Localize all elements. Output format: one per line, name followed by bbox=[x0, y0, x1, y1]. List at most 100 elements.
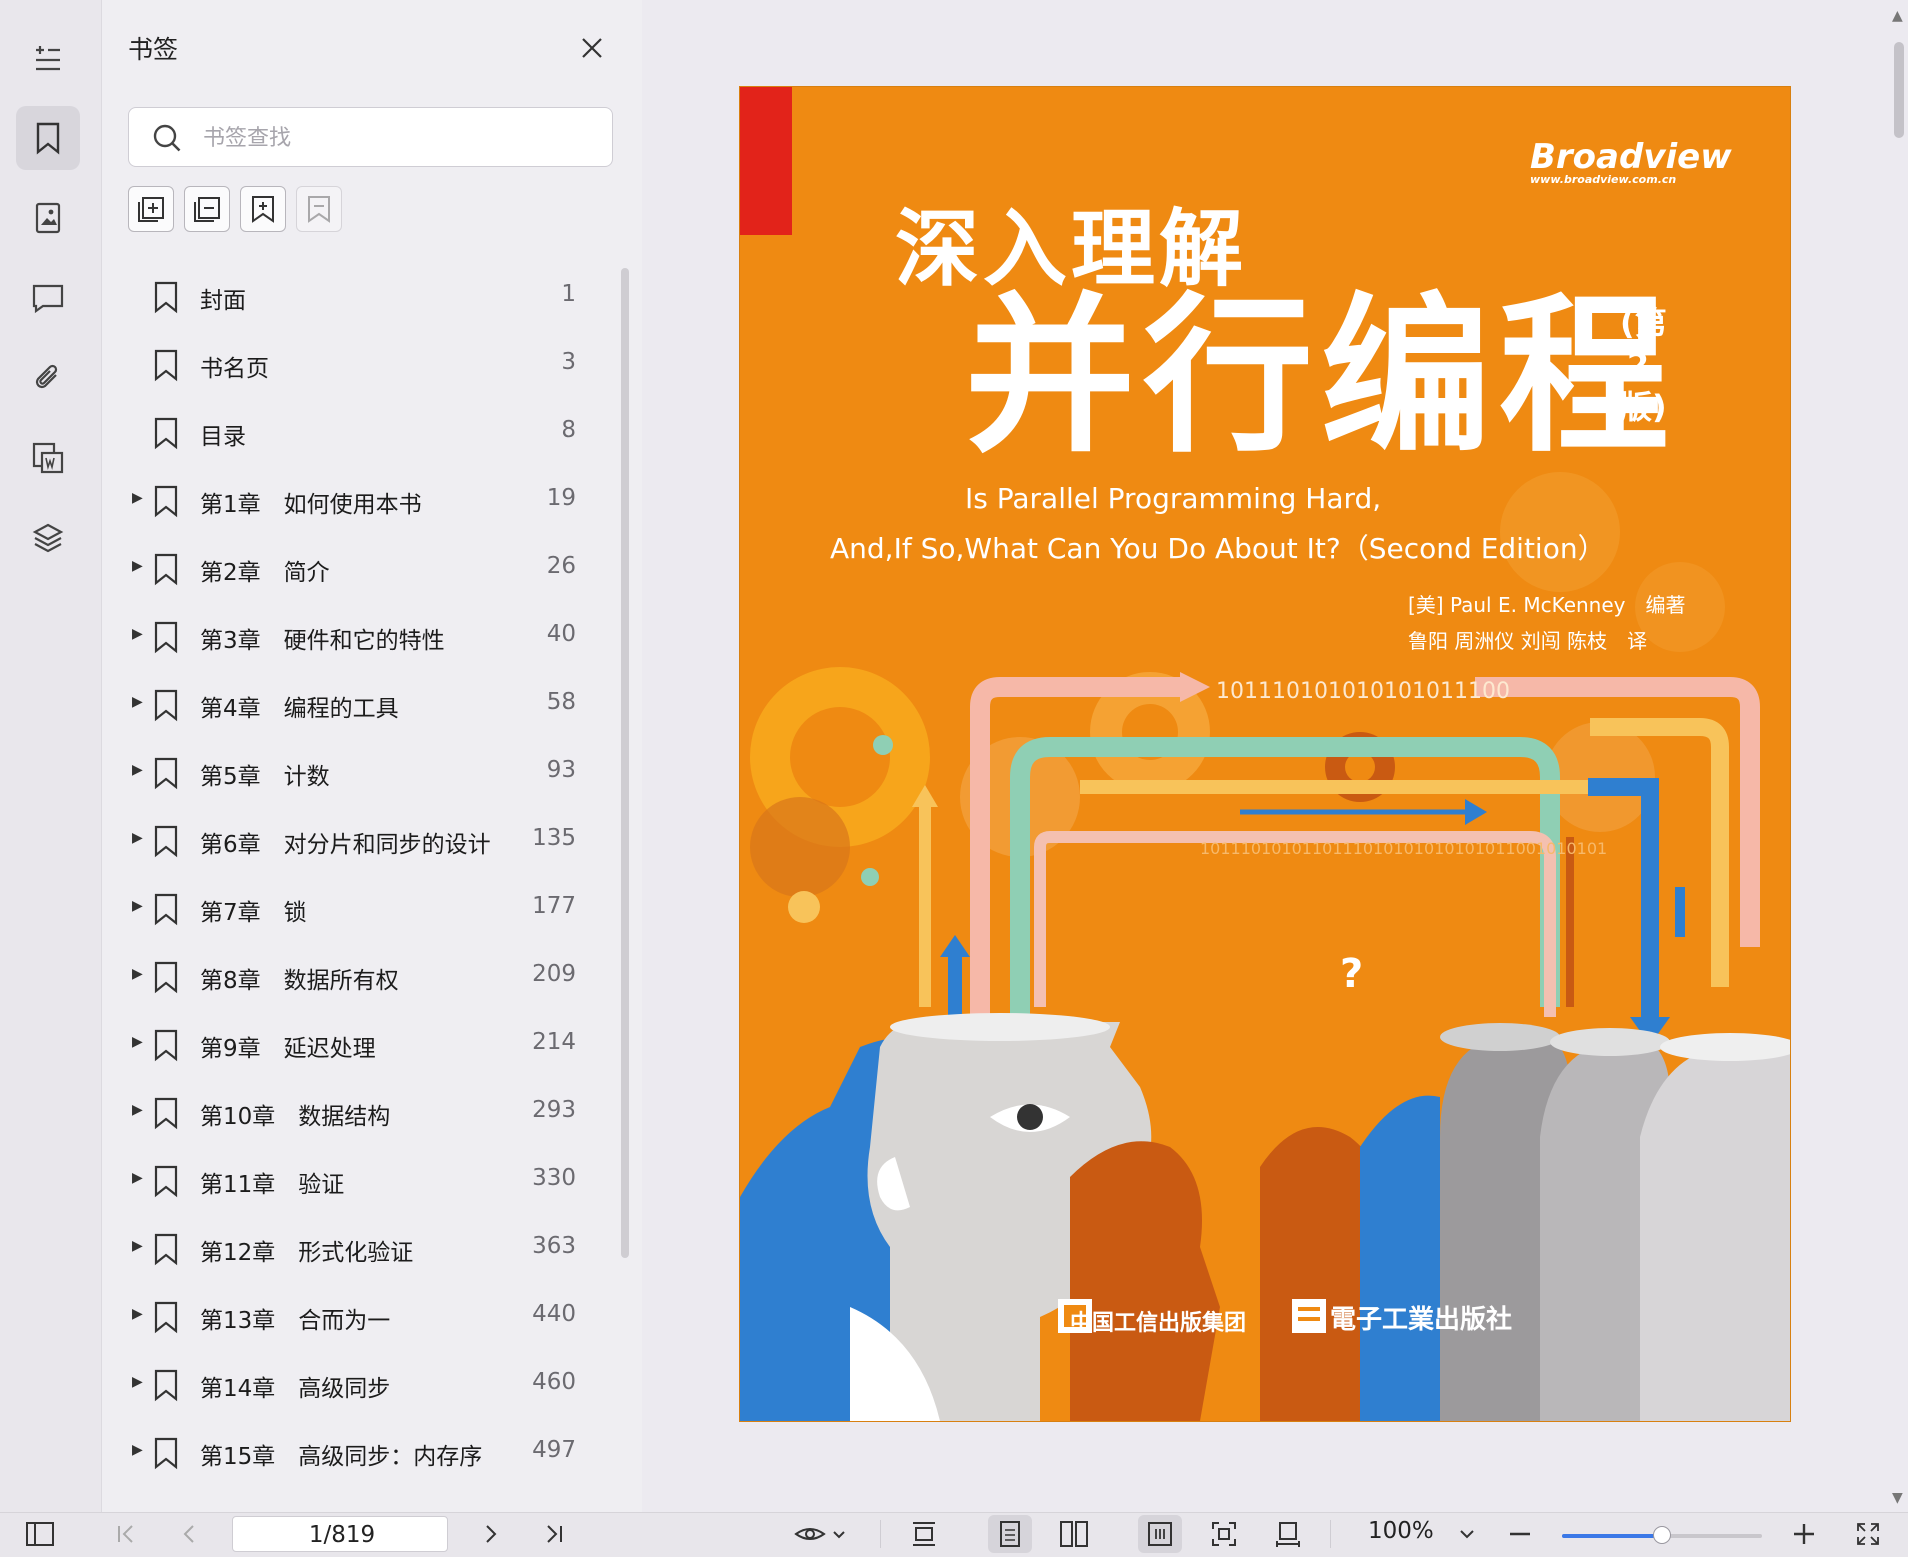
bookmark-row[interactable]: ▶ 第5章 计数 93 bbox=[102, 738, 622, 806]
close-icon[interactable] bbox=[576, 32, 608, 64]
document-scrollbar[interactable] bbox=[1894, 42, 1904, 138]
fullscreen-icon[interactable] bbox=[1852, 1518, 1884, 1550]
bookmark-row[interactable]: ▶ 第11章 验证 330 bbox=[102, 1146, 622, 1214]
expand-caret-icon[interactable]: ▶ bbox=[132, 626, 143, 642]
bookmark-icon bbox=[152, 416, 180, 454]
bookmark-icon bbox=[152, 1164, 180, 1202]
search-icon bbox=[151, 122, 183, 158]
add-bookmark-icon[interactable] bbox=[240, 186, 286, 232]
bookmark-scrollbar[interactable] bbox=[621, 268, 629, 1258]
continuous-scroll-icon[interactable] bbox=[1142, 1518, 1178, 1550]
toggle-sidebar-icon[interactable] bbox=[22, 1518, 58, 1550]
bookmark-row[interactable]: ▶ 第4章 编程的工具 58 bbox=[102, 670, 622, 738]
bookmark-page-number: 135 bbox=[532, 825, 576, 851]
bookmark-label: 第9章 延迟处理 bbox=[200, 1036, 376, 1062]
bookmark-icon bbox=[152, 1300, 180, 1338]
panel-title: 书签 bbox=[128, 35, 179, 64]
bookmark-row[interactable]: ▶ 第7章 锁 177 bbox=[102, 874, 622, 942]
separator bbox=[880, 1520, 881, 1548]
bookmark-search[interactable] bbox=[128, 107, 613, 167]
page-number-field[interactable] bbox=[232, 1516, 451, 1553]
zoom-slider-knob[interactable] bbox=[1653, 1526, 1671, 1544]
bookmark-row[interactable]: 封面 1 bbox=[102, 262, 622, 330]
expand-caret-icon[interactable]: ▶ bbox=[132, 966, 143, 982]
bookmark-row[interactable]: ▶ 第2章 简介 26 bbox=[102, 534, 622, 602]
bookmark-list: 封面 1 书名页 3 目录 8 ▶ 第1章 如何使用本书 19 ▶ 第2章 简介 26 ▶ 第3章 硬件和… bbox=[102, 262, 622, 1512]
expand-caret-icon[interactable]: ▶ bbox=[132, 1102, 143, 1118]
first-page-icon[interactable] bbox=[110, 1518, 142, 1550]
bookmark-label: 第5章 计数 bbox=[200, 764, 330, 790]
bookmark-page-number: 293 bbox=[532, 1097, 576, 1123]
bookmark-row[interactable]: 目录 8 bbox=[102, 398, 622, 466]
expand-caret-icon[interactable]: ▶ bbox=[132, 490, 143, 506]
expand-caret-icon[interactable]: ▶ bbox=[132, 694, 143, 710]
view-mode-icon[interactable] bbox=[792, 1518, 852, 1550]
page-number-input[interactable] bbox=[233, 1517, 451, 1553]
comment-icon[interactable] bbox=[16, 266, 80, 330]
bookmark-page-number: 330 bbox=[532, 1165, 576, 1191]
bookmark-label: 第8章 数据所有权 bbox=[200, 968, 399, 994]
zoom-slider[interactable] bbox=[1562, 1526, 1762, 1544]
zoom-dropdown-icon[interactable] bbox=[1454, 1518, 1480, 1550]
bookmark-page-number: 497 bbox=[532, 1437, 576, 1463]
bookmark-row[interactable]: ▶ 第9章 延迟处理 214 bbox=[102, 1010, 622, 1078]
bookmark-row[interactable]: ▶ 第1章 如何使用本书 19 bbox=[102, 466, 622, 534]
bookmark-label: 第10章 数据结构 bbox=[200, 1104, 391, 1130]
two-page-icon[interactable] bbox=[1056, 1518, 1092, 1550]
bookmark-page-number: 1 bbox=[561, 281, 576, 307]
fit-width-icon[interactable] bbox=[1270, 1518, 1306, 1550]
zoom-in-icon[interactable] bbox=[1788, 1518, 1820, 1550]
single-page-icon[interactable] bbox=[992, 1518, 1028, 1550]
expand-all-icon[interactable] bbox=[128, 186, 174, 232]
zoom-out-icon[interactable] bbox=[1504, 1518, 1536, 1550]
expand-caret-icon[interactable]: ▶ bbox=[132, 1238, 143, 1254]
icon-rail bbox=[0, 0, 102, 1512]
bookmark-search-input[interactable] bbox=[201, 120, 595, 156]
collapse-all-icon[interactable] bbox=[184, 186, 230, 232]
bookmark-row[interactable]: ▶ 第12章 形式化验证 363 bbox=[102, 1214, 622, 1282]
bookmark-row[interactable]: ▶ 第14章 高级同步 460 bbox=[102, 1350, 622, 1418]
expand-caret-icon[interactable]: ▶ bbox=[132, 1034, 143, 1050]
remove-bookmark-icon[interactable] bbox=[296, 186, 342, 232]
bookmark-page-number: 40 bbox=[546, 621, 576, 647]
svg-text:?: ? bbox=[1340, 951, 1363, 997]
bookmark-icon bbox=[152, 824, 180, 862]
cover-subtitle-line2: And,If So,What Can You Do About It?（Seco… bbox=[830, 532, 1606, 565]
expand-caret-icon[interactable]: ▶ bbox=[132, 558, 143, 574]
outline-icon[interactable] bbox=[16, 26, 80, 90]
bookmark-row[interactable]: ▶ 第8章 数据所有权 209 bbox=[102, 942, 622, 1010]
publisher-house: 電子工業出版社 bbox=[1330, 1305, 1513, 1335]
zoom-level[interactable]: 100% bbox=[1368, 1518, 1434, 1544]
expand-caret-icon[interactable]: ▶ bbox=[132, 898, 143, 914]
expand-caret-icon[interactable]: ▶ bbox=[132, 1374, 143, 1390]
scroll-up-arrow[interactable]: ▲ bbox=[1892, 8, 1903, 24]
scroll-down-arrow[interactable]: ▼ bbox=[1892, 1490, 1903, 1506]
bookmark-page-number: 8 bbox=[561, 417, 576, 443]
bookmark-row[interactable]: ▶ 第13章 合而为一 440 bbox=[102, 1282, 622, 1350]
bookmark-label: 第14章 高级同步 bbox=[200, 1376, 391, 1402]
bookmark-row[interactable]: ▶ 第15章 高级同步：内存序 497 bbox=[102, 1418, 622, 1486]
bookmark-label: 第11章 验证 bbox=[200, 1172, 345, 1198]
expand-caret-icon[interactable]: ▶ bbox=[132, 1170, 143, 1186]
cover-red-bar bbox=[740, 87, 792, 235]
expand-caret-icon[interactable]: ▶ bbox=[132, 830, 143, 846]
previous-page-icon[interactable] bbox=[174, 1518, 206, 1550]
expand-caret-icon[interactable]: ▶ bbox=[132, 1442, 143, 1458]
thumbnail-icon[interactable] bbox=[16, 186, 80, 250]
bookmark-row[interactable]: ▶ 第10章 数据结构 293 bbox=[102, 1078, 622, 1146]
publisher-group: 中国工信出版集团 bbox=[1070, 1311, 1247, 1336]
fit-height-icon[interactable] bbox=[906, 1518, 942, 1550]
fit-page-icon[interactable] bbox=[1206, 1518, 1242, 1550]
last-page-icon[interactable] bbox=[538, 1518, 570, 1550]
attachment-icon[interactable] bbox=[16, 346, 80, 410]
bookmark-row[interactable]: ▶ 第6章 对分片和同步的设计 135 bbox=[102, 806, 622, 874]
bookmark-row[interactable]: 书名页 3 bbox=[102, 330, 622, 398]
bookmark-row[interactable]: ▶ 第3章 硬件和它的特性 40 bbox=[102, 602, 622, 670]
expand-caret-icon[interactable]: ▶ bbox=[132, 1306, 143, 1322]
bookmark-label: 第7章 锁 bbox=[200, 900, 307, 926]
next-page-icon[interactable] bbox=[474, 1518, 506, 1550]
bookmark-panel-icon[interactable] bbox=[16, 106, 80, 170]
form-field-icon[interactable] bbox=[16, 426, 80, 490]
expand-caret-icon[interactable]: ▶ bbox=[132, 762, 143, 778]
layers-icon[interactable] bbox=[16, 506, 80, 570]
